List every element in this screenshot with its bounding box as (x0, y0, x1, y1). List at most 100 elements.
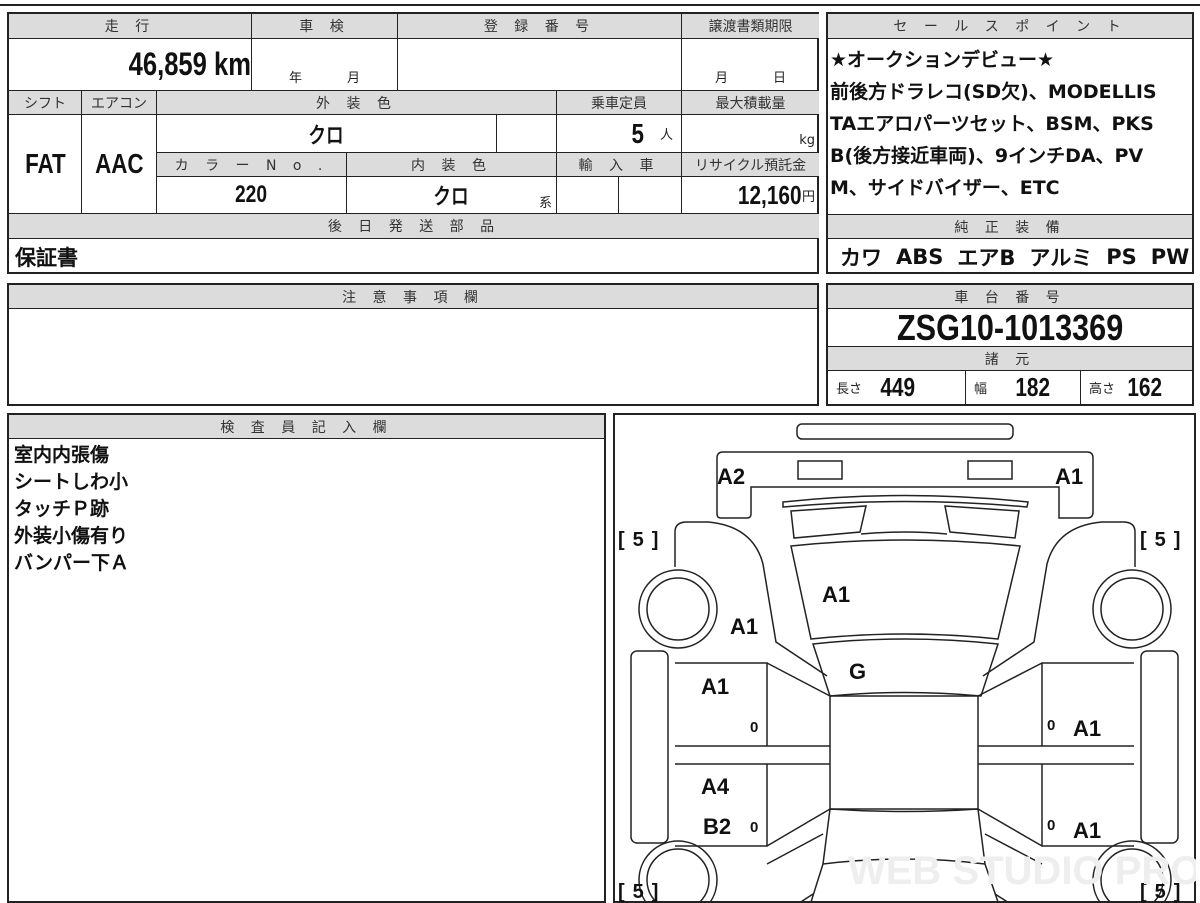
sales-line: TAエアロパーツセット、BSM、PKS (830, 113, 1154, 135)
registration-value (398, 39, 682, 91)
transfer-deadline-value: 月日 (682, 39, 819, 91)
year-unit: 年 (288, 71, 302, 86)
chassis-number: ZSG10-1013369 (828, 309, 1192, 347)
windshield (811, 638, 1000, 697)
int-color-text: クロ (433, 184, 470, 209)
sales-line: M、サイドバイザー、ETC (830, 177, 1060, 199)
length-cell: 長さ 449 (828, 371, 966, 404)
ac-label: エアコン (82, 91, 157, 115)
top-strip (0, 0, 1200, 6)
rear-bar (796, 423, 1014, 440)
shaken-value: 年月 (252, 39, 398, 91)
inspector-line: シートしわ小 (14, 471, 129, 493)
tire-fl-grade: [5] (618, 529, 658, 551)
mark-rear-door-left-2: B2 (703, 814, 731, 839)
max-load-value: kg (682, 115, 819, 153)
ext-color-value: クロ (157, 115, 497, 153)
int-color-label: 内 装 色 (347, 153, 557, 177)
ac-text: AAC (94, 148, 144, 179)
import-label: 輸 入 車 (557, 153, 682, 177)
mark-front-left: A2 (717, 464, 745, 489)
mileage-value: 46,859 km (9, 39, 252, 91)
shaken-label: 車 検 (252, 14, 398, 39)
notes-label: 注 意 事 項 欄 (9, 285, 817, 309)
shift-value: FAT (9, 115, 82, 214)
headlight-left (797, 460, 843, 480)
equipment-item: エアB (957, 246, 1016, 270)
tire-fl (646, 577, 710, 641)
sales-line: B(後方接近車両)、9インチDA、PV (830, 145, 1144, 167)
capacity-text: 5 (631, 117, 645, 149)
recycle-unit: 円 (801, 189, 815, 205)
width-value: 182 (1015, 372, 1051, 402)
headlight-right (967, 460, 1013, 480)
inspector-box: 検 査 員 記 入 欄 室内内張傷 シートしわ小 タッチＰ跡 外装小傷有り バン… (7, 413, 606, 903)
int-color-suffix: 系 (538, 196, 552, 211)
equipment-label: 純 正 装 備 (828, 214, 1192, 239)
height-value: 162 (1127, 372, 1163, 402)
equipment-item: アルミ (1029, 246, 1093, 270)
shift-text: FAT (24, 148, 66, 179)
length-value: 449 (880, 372, 916, 402)
tire-fr (1100, 577, 1164, 641)
mark-rear-door-right: A1 (1073, 818, 1101, 843)
ext-color-label: 外 装 色 (157, 91, 557, 115)
inspector-line: 室内内張傷 (14, 444, 110, 466)
equipment-item: PS (1106, 245, 1137, 269)
chassis-number-text: ZSG10-1013369 (896, 309, 1124, 347)
car-diagram-svg: A2 A1 A1 A1 G A1 A4 B2 A1 A1 0 0 0 0 [5]… (618, 423, 1196, 903)
transfer-deadline-label: 譲渡書類期限 (682, 14, 819, 39)
sales-point-text: ★オークションデビュー★ 前後方ドラレコ(SD欠)、MODELLIS TAエアロ… (828, 44, 1192, 204)
sales-point-box: セ ー ル ス ポ イ ン ト ★オークションデビュー★ 前後方ドラレコ(SD欠… (826, 12, 1194, 274)
month-unit: 月 (347, 71, 361, 86)
width-cell: 幅 182 (966, 371, 1081, 404)
int-color-value: クロ 系 (347, 177, 557, 214)
tire-fr-grade: [5] (1140, 529, 1180, 551)
damage-diagram: A2 A1 A1 A1 G A1 A4 B2 A1 A1 0 0 0 0 [5]… (613, 413, 1196, 903)
month-unit: 月 (714, 71, 728, 86)
inspector-notes: 室内内張傷 シートしわ小 タッチＰ跡 外装小傷有り バンパー下Ａ (9, 442, 129, 577)
side-step-right (1140, 650, 1179, 844)
later-parts-label: 後 日 発 送 部 品 (9, 214, 819, 239)
recycle-text: 12,160 (738, 179, 802, 210)
capacity-value: 5人 (557, 115, 682, 153)
recycle-label: リサイクル預託金 (682, 153, 819, 177)
max-load-label: 最大積載量 (682, 91, 819, 115)
import-value-2 (619, 177, 682, 214)
sales-line: ★オークションデビュー★ (830, 49, 1055, 71)
length-label: 長さ (836, 382, 863, 397)
ext-color-text: クロ (308, 122, 345, 148)
side-step-left (630, 650, 669, 844)
later-parts-value: 保証書 (15, 245, 78, 270)
color-no-label: カ ラ ー N o . (157, 153, 347, 177)
doors-right (977, 662, 1134, 847)
inspector-line: 外装小傷有り (14, 525, 129, 547)
import-value (557, 177, 619, 214)
width-label: 幅 (974, 382, 988, 397)
notes-box: 注 意 事 項 欄 (7, 283, 819, 406)
mark-rear-door-left: A4 (701, 774, 730, 799)
mileage-text: 46,859 km (128, 46, 251, 82)
equipment-list: カワ ABS エアB アルミ PS PW (840, 240, 1189, 274)
sales-point-label: セ ー ル ス ポ イ ン ト (828, 14, 1192, 39)
front-bumper (716, 451, 1094, 519)
inspector-label: 検 査 員 記 入 欄 (9, 415, 604, 439)
equipment-item: PW (1150, 245, 1190, 269)
mark-zero: 0 (1047, 817, 1055, 834)
ext-color-extra (497, 115, 557, 153)
roof (829, 695, 979, 810)
inspector-line: バンパー下Ａ (14, 552, 129, 574)
sales-line: 前後方ドラレコ(SD欠)、MODELLIS (830, 81, 1157, 103)
registration-label: 登 録 番 号 (398, 14, 682, 39)
equipment-item: カワ (840, 246, 882, 270)
height-label: 高さ (1089, 382, 1116, 397)
color-no-value: 220 (157, 177, 347, 214)
mark-front-door-left: A1 (701, 674, 729, 699)
recycle-value: 12,160 円 (682, 177, 819, 214)
equipment-item: ABS (896, 245, 944, 269)
mileage-label: 走 行 (9, 14, 252, 39)
mark-zero: 0 (750, 819, 758, 836)
day-unit: 日 (773, 71, 787, 86)
chassis-label: 車 台 番 号 (828, 285, 1192, 309)
mark-windshield: G (849, 659, 866, 684)
